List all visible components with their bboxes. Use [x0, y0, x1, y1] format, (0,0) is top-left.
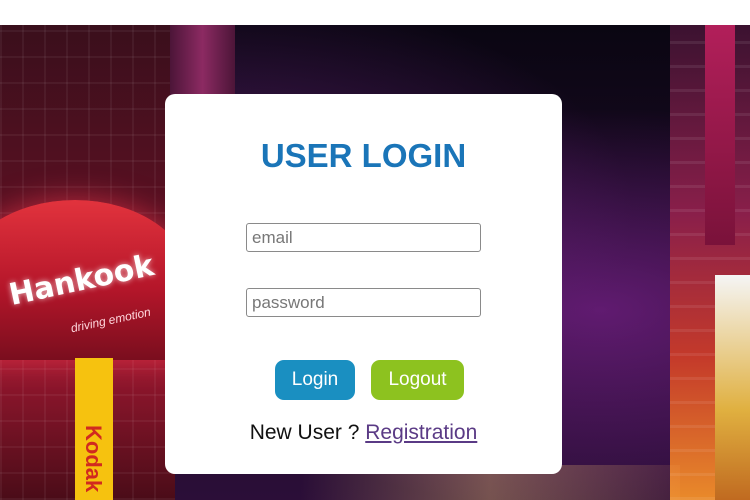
top-white-bar: [0, 0, 750, 25]
login-button[interactable]: Login: [275, 360, 355, 400]
kodak-sign-text: Kodak: [81, 425, 106, 493]
right-building-strip: [705, 25, 735, 245]
logout-button[interactable]: Logout: [371, 360, 464, 400]
registration-link[interactable]: Registration: [365, 421, 477, 444]
new-user-label: New User ?: [249, 421, 360, 444]
right-building-panel: [715, 275, 750, 500]
email-field[interactable]: [246, 223, 481, 252]
new-user-row: New User ? Registration: [165, 421, 562, 445]
login-title: USER LOGIN: [260, 137, 467, 174]
password-field[interactable]: [246, 288, 481, 317]
